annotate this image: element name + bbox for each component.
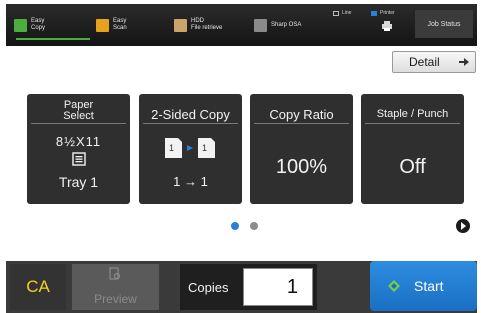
tile-divider <box>254 123 349 124</box>
line-status: Line <box>333 10 351 16</box>
tile-divider <box>143 123 238 124</box>
two-sided-copy-value: 1 → 1 <box>173 174 208 189</box>
staple-punch-title: Staple / Punch <box>376 108 449 120</box>
start-button[interactable]: Start <box>370 261 477 311</box>
two-sided-copy-tile[interactable]: 2-Sided Copy 1 1 1 → 1 <box>139 94 242 204</box>
active-mode-indicator <box>16 38 90 40</box>
copies-input[interactable]: 1 <box>243 268 313 306</box>
hdd-icon <box>174 18 187 32</box>
job-status-button[interactable]: Job Status <box>415 10 473 38</box>
mode-hdd-label: HDD File retrieve <box>191 18 223 31</box>
svg-text:1: 1 <box>202 143 207 153</box>
next-page-arrow-icon[interactable] <box>456 219 470 233</box>
printer-status-icon <box>371 10 377 16</box>
copies-area: Copies 1 <box>180 264 317 310</box>
top-mode-bar: Easy Copy Easy Scan HDD File retrieve Sh… <box>6 4 477 46</box>
printer-status-label: Printer <box>380 10 395 16</box>
duplex-icon: 1 1 <box>165 138 215 158</box>
paper-tray-value: Tray 1 <box>58 174 99 190</box>
copy-home-screen: Easy Copy Easy Scan HDD File retrieve Sh… <box>0 0 481 313</box>
copy-ratio-title: Copy Ratio <box>269 107 334 122</box>
detail-button-label: Detail <box>409 55 440 69</box>
preview-button[interactable]: Preview <box>72 264 159 310</box>
printer-icon <box>382 21 392 31</box>
arrow-right-icon <box>459 58 469 66</box>
paper-select-tile[interactable]: Paper Select 8½X11 Tray 1 <box>27 94 130 204</box>
osa-icon <box>254 18 267 32</box>
line-status-label: Line <box>342 10 352 16</box>
preview-icon <box>109 267 121 280</box>
mode-easy-scan[interactable]: Easy Scan <box>96 10 127 40</box>
start-label: Start <box>414 278 444 294</box>
svg-text:1: 1 <box>169 143 174 153</box>
staple-punch-tile[interactable]: Staple / Punch Off <box>361 94 464 204</box>
staple-punch-value: Off <box>399 156 426 178</box>
tile-divider <box>31 123 126 124</box>
copies-label: Copies <box>188 280 229 295</box>
copy-ratio-tile[interactable]: Copy Ratio 100% <box>250 94 353 204</box>
scan-icon <box>96 18 109 32</box>
paper-tray-icon <box>72 152 86 166</box>
detail-button[interactable]: Detail <box>392 51 476 73</box>
mode-sharp-osa[interactable]: Sharp OSA <box>254 10 301 40</box>
two-sided-copy-title: 2-Sided Copy <box>151 107 230 122</box>
start-icon <box>388 280 400 292</box>
clear-all-button[interactable]: CA <box>10 264 66 310</box>
mode-hdd-file-retrieve[interactable]: HDD File retrieve <box>174 10 222 40</box>
printer-status: Printer <box>371 10 395 16</box>
line-status-icon <box>333 10 339 16</box>
mode-easy-copy[interactable]: Easy Copy <box>14 10 45 40</box>
paper-select-title-line2: Select <box>63 110 94 122</box>
page-indicator-dot-active[interactable] <box>231 222 239 230</box>
mode-easy-scan-label: Easy Scan <box>113 18 127 31</box>
page-indicator-dot[interactable] <box>250 222 258 230</box>
mode-sharp-osa-label: Sharp OSA <box>271 21 302 28</box>
mode-easy-copy-label: Easy Copy <box>31 18 46 31</box>
copy-ratio-value: 100% <box>275 156 328 178</box>
preview-label: Preview <box>94 292 137 306</box>
paper-size-value: 8½X11 <box>55 134 102 149</box>
copy-icon <box>14 18 27 32</box>
tile-divider <box>365 123 460 124</box>
